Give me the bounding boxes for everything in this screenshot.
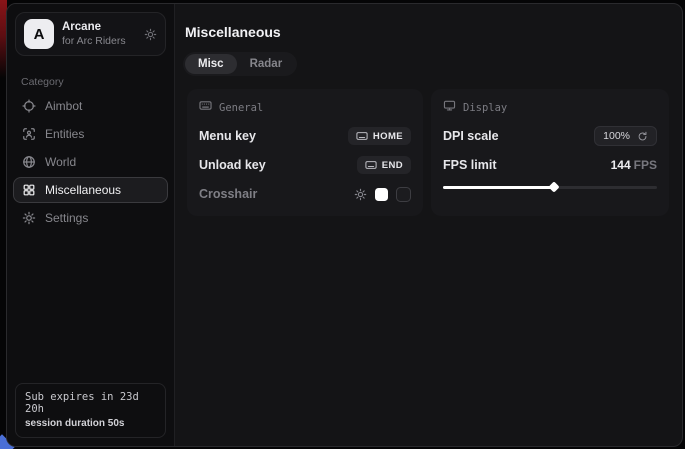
grid-icon — [22, 183, 36, 197]
profile-text: Arcane for Arc Riders — [62, 20, 136, 48]
keyboard-icon — [356, 130, 368, 142]
fps-limit-value: 144FPS — [611, 158, 657, 172]
sidebar-item-entities[interactable]: Entities — [13, 121, 168, 147]
general-card-header: General — [199, 99, 411, 117]
general-card-title: General — [219, 102, 263, 114]
app-window: A Arcane for Arc Riders Category Aimbot — [6, 3, 683, 447]
menu-key-label: Menu key — [199, 129, 256, 143]
crosshair-checkbox[interactable] — [396, 187, 411, 202]
crosshair-settings-gear-icon[interactable] — [354, 188, 367, 201]
tab-misc[interactable]: Misc — [185, 54, 237, 74]
dpi-scale-value: 100% — [603, 130, 630, 142]
category-label: Category — [21, 76, 174, 88]
tab-bar: Misc Radar — [183, 52, 297, 76]
profile-gear-icon[interactable] — [144, 28, 157, 41]
tab-radar[interactable]: Radar — [237, 54, 296, 74]
fps-limit-row: FPS limit 144FPS — [443, 155, 657, 175]
sidebar-item-world[interactable]: World — [13, 149, 168, 175]
dpi-scale-row: DPI scale 100% — [443, 126, 657, 146]
general-card: General Menu key HOME Unload key — [187, 89, 423, 216]
display-card: Display DPI scale 100% FPS limit 144FPS — [431, 89, 669, 216]
keyboard-icon — [365, 159, 377, 171]
menu-key-row: Menu key HOME — [199, 126, 411, 146]
sidebar-nav: Aimbot Entities World Miscellaneous — [7, 92, 174, 232]
globe-icon — [22, 155, 36, 169]
unload-key-button[interactable]: END — [357, 156, 411, 174]
sidebar: A Arcane for Arc Riders Category Aimbot — [7, 4, 175, 446]
unload-key-row: Unload key END — [199, 155, 411, 175]
menu-key-value: HOME — [373, 131, 403, 142]
session-duration-text: session duration 50s — [25, 418, 156, 429]
unload-key-value: END — [382, 160, 403, 171]
sidebar-item-label: Settings — [45, 211, 88, 225]
sidebar-item-aimbot[interactable]: Aimbot — [13, 93, 168, 119]
display-card-header: Display — [443, 99, 657, 117]
unload-key-label: Unload key — [199, 158, 266, 172]
crosshair-label: Crosshair — [199, 187, 257, 201]
keyboard-icon — [199, 99, 212, 117]
entity-scan-icon — [22, 127, 36, 141]
dpi-scale-label: DPI scale — [443, 129, 499, 143]
fps-slider[interactable] — [443, 182, 657, 192]
profile-card[interactable]: A Arcane for Arc Riders — [15, 12, 166, 56]
fps-slider-fill — [443, 186, 554, 189]
crosshair-color-swatch[interactable] — [375, 188, 388, 201]
gear-icon — [22, 211, 36, 225]
crosshair-controls — [354, 187, 411, 202]
monitor-icon — [443, 99, 456, 117]
profile-name: Arcane — [62, 20, 136, 34]
sidebar-item-settings[interactable]: Settings — [13, 205, 168, 231]
crosshair-icon — [22, 99, 36, 113]
cards-row: General Menu key HOME Unload key — [187, 89, 674, 216]
sidebar-item-label: World — [45, 155, 76, 169]
sidebar-item-label: Aimbot — [45, 99, 82, 113]
subscription-status-box: Sub expires in 23d 20h session duration … — [15, 383, 166, 438]
main-panel: Miscellaneous Misc Radar General Menu ke… — [175, 4, 682, 446]
page-title: Miscellaneous — [185, 24, 674, 40]
avatar: A — [24, 19, 54, 49]
dpi-scale-control[interactable]: 100% — [594, 126, 657, 146]
display-card-title: Display — [463, 102, 507, 114]
sidebar-item-miscellaneous[interactable]: Miscellaneous — [13, 177, 168, 203]
sub-expires-text: Sub expires in 23d 20h — [25, 391, 156, 415]
refresh-icon[interactable] — [637, 131, 648, 142]
sidebar-item-label: Miscellaneous — [45, 183, 121, 197]
fps-slider-thumb[interactable] — [549, 181, 560, 192]
menu-key-button[interactable]: HOME — [348, 127, 411, 145]
profile-subtitle: for Arc Riders — [62, 35, 136, 48]
crosshair-row: Crosshair — [199, 184, 411, 204]
fps-limit-label: FPS limit — [443, 158, 496, 172]
sidebar-item-label: Entities — [45, 127, 84, 141]
